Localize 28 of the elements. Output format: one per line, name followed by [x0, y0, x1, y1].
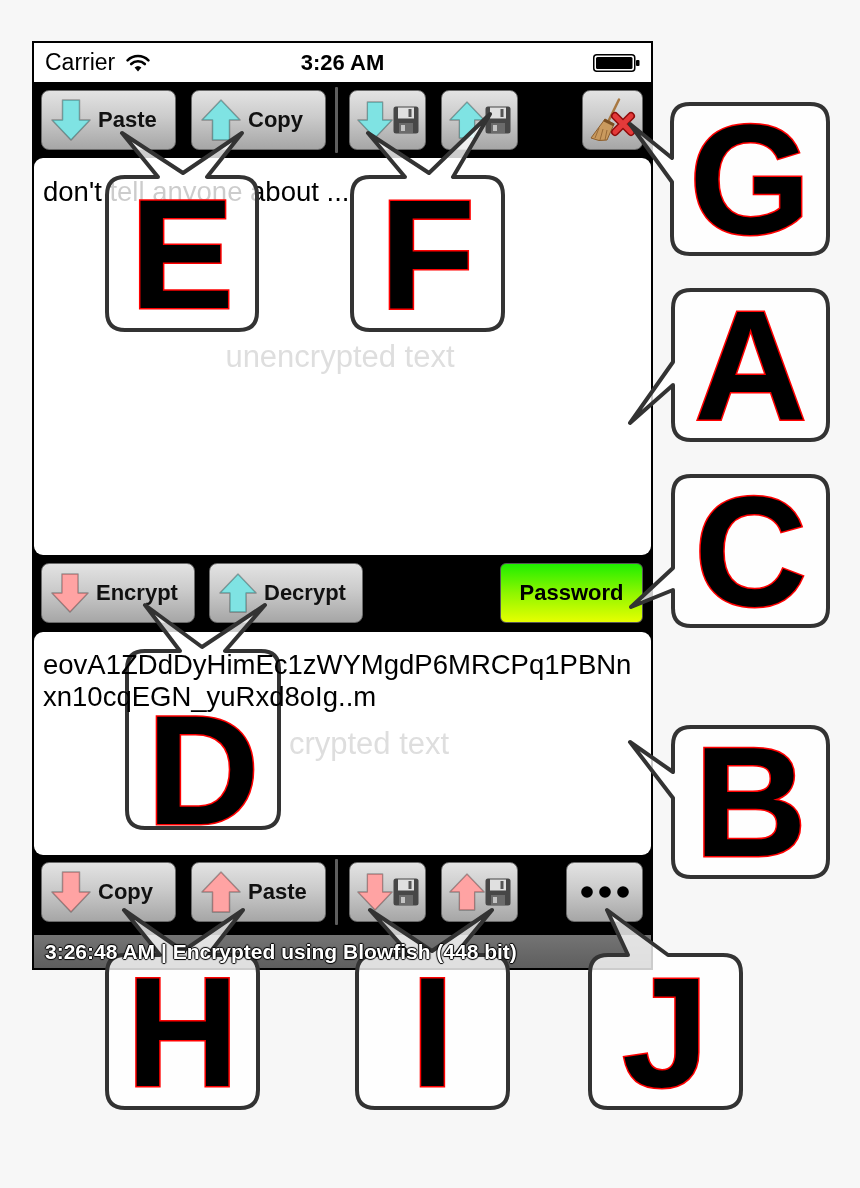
- file-button[interactable]: [441, 90, 518, 150]
- toolbar-button[interactable]: Paste: [191, 862, 326, 922]
- toolbar-button[interactable]: Copy: [191, 90, 326, 150]
- callout-letter: J: [622, 976, 709, 1088]
- wifi-icon: [126, 53, 151, 72]
- file-button[interactable]: [349, 862, 426, 922]
- callout-letter: B: [694, 746, 807, 858]
- toolbar-button[interactable]: Paste: [41, 90, 176, 150]
- clock-time: 3:26 AM: [300, 49, 385, 76]
- password-button[interactable]: Password: [500, 563, 643, 623]
- clear-button[interactable]: [582, 90, 643, 150]
- toolbar-button[interactable]: Encrypt: [41, 563, 195, 623]
- toolbar-button[interactable]: Decrypt: [209, 563, 363, 623]
- file-button[interactable]: [349, 90, 426, 150]
- battery-icon: [593, 53, 640, 72]
- ellipsis-icon: [580, 886, 629, 898]
- callout-letter: C: [694, 495, 807, 607]
- more-button[interactable]: [566, 862, 643, 922]
- callout-letter: A: [694, 309, 807, 421]
- broom-cross-icon: [589, 98, 636, 142]
- callout-letter: D: [146, 714, 260, 826]
- callout-letter: G: [689, 123, 811, 235]
- callout-letter: I: [410, 976, 455, 1088]
- callout-letter: H: [126, 976, 239, 1088]
- file-button[interactable]: [441, 862, 518, 922]
- callout-letter: F: [379, 198, 476, 310]
- carrier-label: Carrier: [45, 49, 116, 76]
- toolbar-button[interactable]: Copy: [41, 862, 176, 922]
